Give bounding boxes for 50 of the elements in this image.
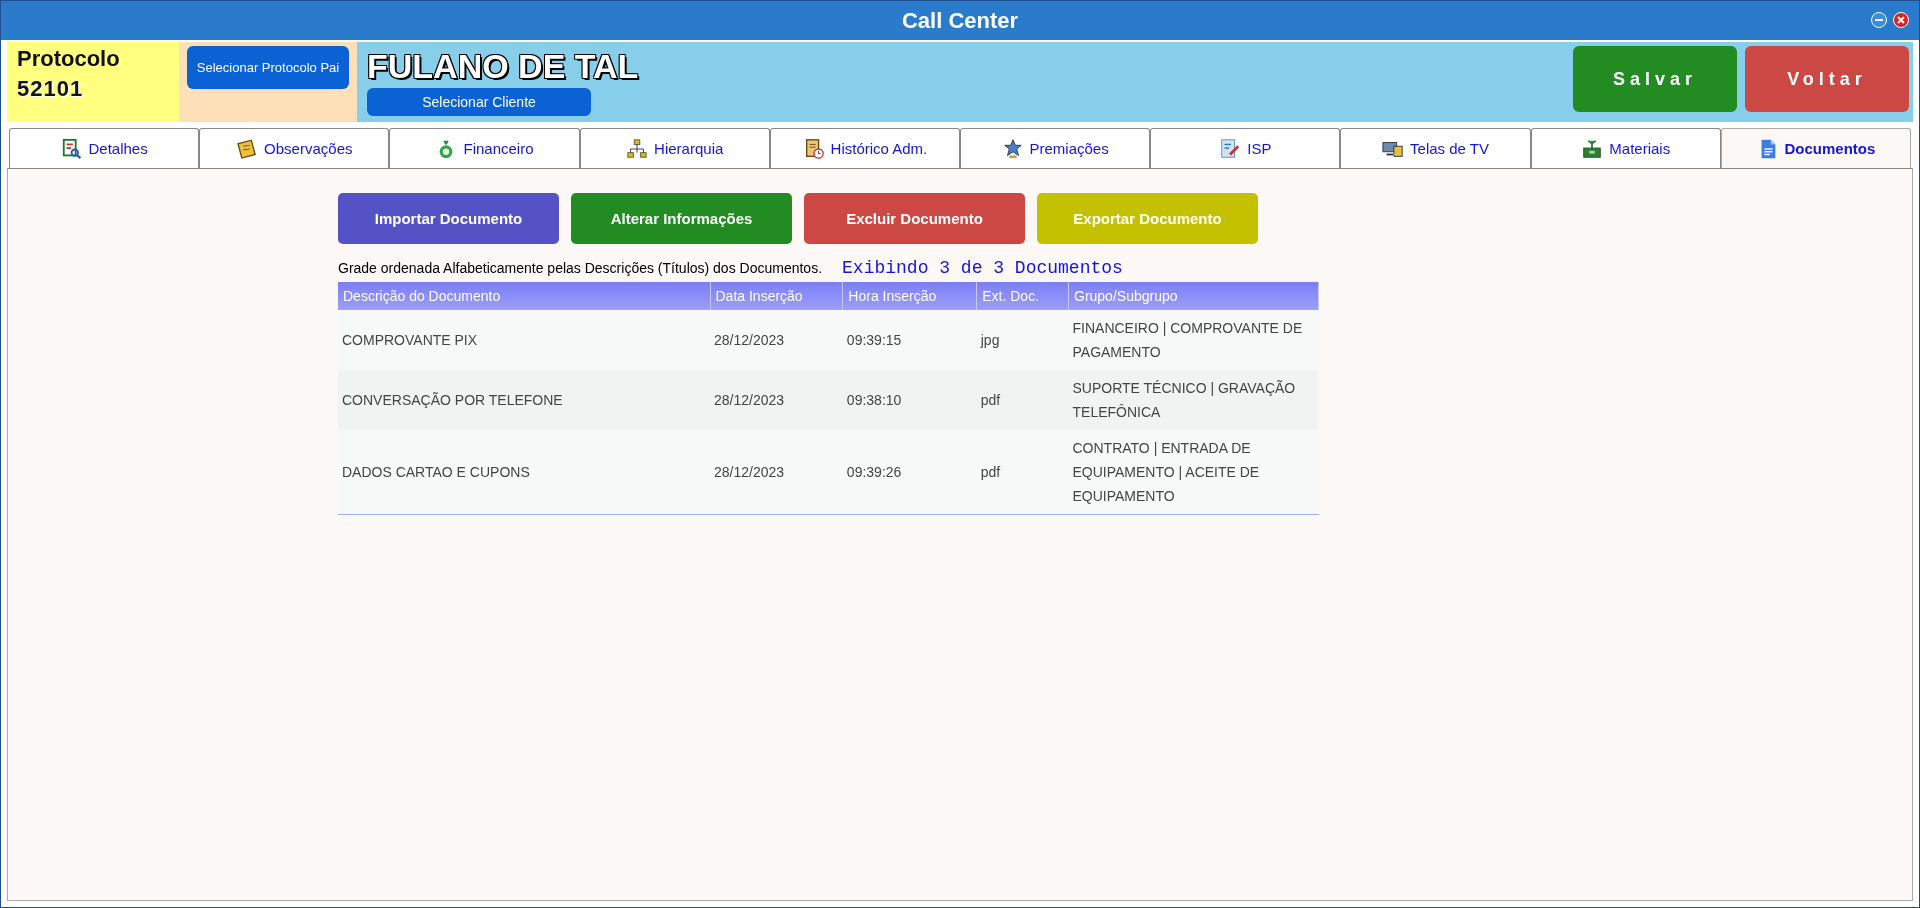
column-header[interactable]: Descrição do Documento — [338, 282, 710, 310]
tab[interactable]: Telas de TV — [1340, 128, 1531, 168]
table-cell: 09:38:10 — [842, 370, 977, 430]
back-button[interactable]: Voltar — [1745, 46, 1909, 112]
tab[interactable]: Premiações — [960, 128, 1151, 168]
select-client-button[interactable]: Selecionar Cliente — [367, 88, 591, 116]
grid-caption: Grade ordenada Alfabeticamente pelas Descrições (Títulos) dos Documentos. — [338, 260, 823, 276]
action-button[interactable]: Alterar Informações — [571, 193, 792, 244]
column-header[interactable]: Grupo/Subgrupo — [1068, 282, 1319, 310]
tab[interactable]: Hierarquia — [579, 128, 770, 168]
tab[interactable]: Histórico Adm. — [769, 128, 960, 168]
document-count: Exibindo 3 de 3 Documentos — [842, 258, 1123, 278]
table-cell: 28/12/2023 — [710, 310, 843, 370]
tab[interactable]: Financeiro — [389, 128, 580, 168]
column-header[interactable]: Ext. Doc. — [976, 282, 1069, 310]
select-parent-protocol-button[interactable]: Selecionar Protocolo Pai — [187, 46, 349, 89]
tab[interactable]: Materiais — [1530, 128, 1721, 168]
hierarchy-icon — [626, 137, 649, 160]
document-pen-icon — [1219, 137, 1242, 160]
tab[interactable]: Detalhes — [9, 128, 200, 168]
table-cell: DADOS CARTAO E CUPONS — [338, 430, 710, 515]
table-cell: 28/12/2023 — [710, 430, 843, 515]
client-name: FULANO DE TAL — [367, 46, 639, 86]
document-search-icon — [60, 137, 83, 160]
tab[interactable]: ISP — [1150, 128, 1341, 168]
column-header[interactable]: Hora Inserção — [842, 282, 977, 310]
trophy-star-icon — [1001, 137, 1024, 160]
action-button[interactable]: Excluir Documento — [804, 193, 1025, 244]
window-title: Call Center — [901, 7, 1019, 34]
action-button[interactable]: Importar Documento — [338, 193, 559, 244]
protocol-number: 52101 — [17, 76, 85, 102]
plant-box-icon — [1581, 137, 1604, 160]
tab[interactable]: Documentos — [1720, 128, 1912, 168]
table-cell: CONVERSAÇÃO POR TELEFONE — [338, 370, 710, 430]
table-cell: 09:39:26 — [842, 430, 977, 515]
table-cell: pdf — [976, 370, 1069, 430]
table-cell: CONTRATO | ENTRADA DE EQUIPAMENTO | ACEITE DE EQUIPAMENTO — [1068, 430, 1319, 515]
table-cell: pdf — [976, 430, 1069, 515]
column-header[interactable]: Data Inserção — [710, 282, 843, 310]
tab[interactable]: Observações — [199, 128, 390, 168]
table-cell: jpg — [976, 310, 1069, 370]
table-cell: SUPORTE TÉCNICO | GRAVAÇÃO TELEFÔNICA — [1068, 370, 1319, 430]
table-cell: 28/12/2023 — [710, 370, 843, 430]
table-cell: 09:39:15 — [842, 310, 977, 370]
minimize-icon[interactable] — [1871, 12, 1887, 28]
table-cell: FINANCEIRO | COMPROVANTE DE PAGAMENTO — [1068, 310, 1319, 370]
table-cell: COMPROVANTE PIX — [338, 310, 710, 370]
save-button[interactable]: Salvar — [1573, 46, 1737, 112]
close-icon[interactable] — [1893, 12, 1909, 28]
protocol-label: Protocolo — [17, 46, 121, 72]
